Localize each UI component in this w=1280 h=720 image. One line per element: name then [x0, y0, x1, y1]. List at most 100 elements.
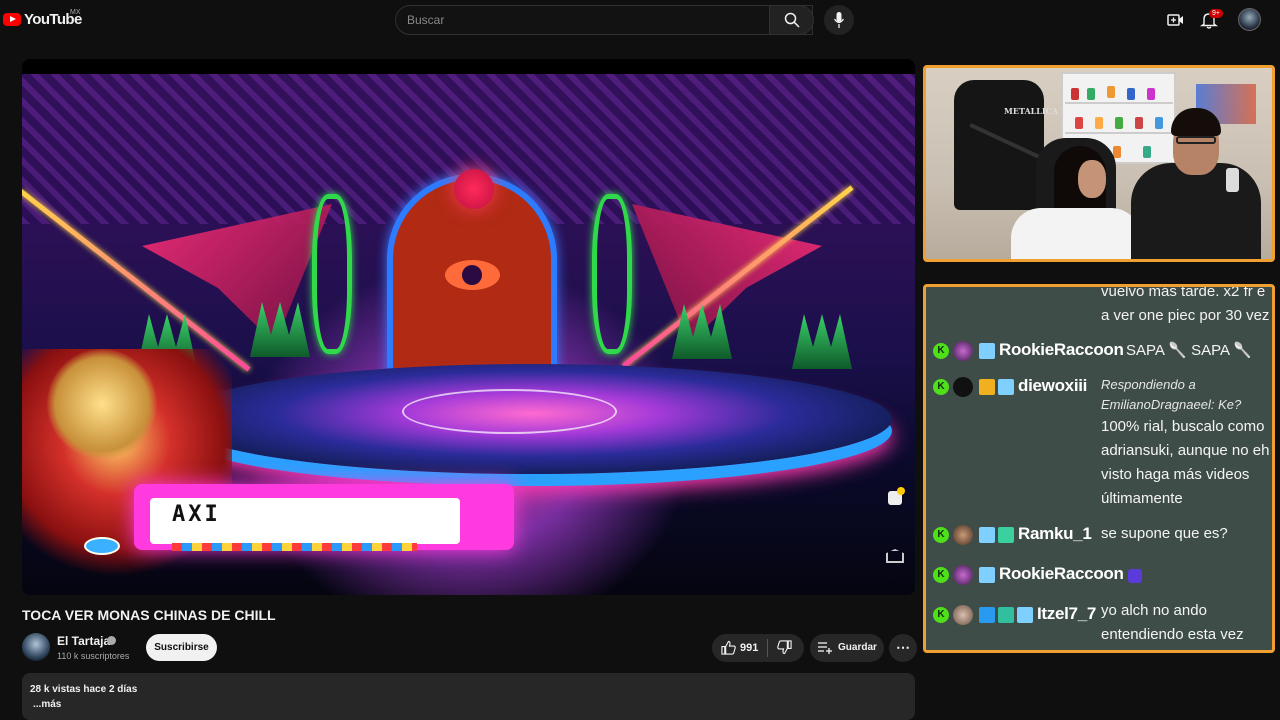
chat-username[interactable]: Ramku_1	[1018, 524, 1092, 544]
subscriber-badge-icon	[979, 343, 995, 359]
notifications-badge: 9+	[1209, 9, 1223, 18]
drink-can	[1226, 168, 1239, 192]
subscriber-badge-icon	[1017, 607, 1033, 623]
video-title: TOCA VER MONAS CHINAS DE CHILL	[22, 607, 276, 623]
region-label: MX	[70, 9, 81, 16]
og-badge-icon	[998, 607, 1014, 623]
chat-username[interactable]: diewoxiii	[1018, 376, 1087, 396]
search-icon	[784, 12, 800, 28]
heart-motif	[454, 169, 494, 209]
hanging-jacket: METALLICA	[954, 80, 1058, 210]
youtube-play-icon	[3, 13, 21, 26]
stage-floor-ring	[402, 389, 617, 434]
figure	[1135, 117, 1143, 129]
lock-badge-dot	[897, 487, 905, 495]
streamer-left-shirt	[1011, 208, 1141, 259]
chat-message-text: vuelvo más tarde. x2 fr e a ver one piec…	[1101, 287, 1270, 324]
top-bar: YouTube MX Buscar 9+	[0, 0, 1280, 40]
figure	[1113, 146, 1121, 158]
save-label: Guardar	[838, 642, 877, 653]
more-actions-button[interactable]: ⋯	[889, 634, 917, 662]
reply-label: Respondiendo a EmilianoDragnaeel: Ke?	[1101, 377, 1242, 412]
description-more-link[interactable]: ...más	[33, 699, 61, 710]
stage-wing-left	[142, 204, 332, 344]
subscriber-count: 110 k suscriptores	[57, 651, 130, 661]
hammer-badge-icon	[979, 607, 995, 623]
user-avatar	[953, 525, 973, 545]
chat-username[interactable]: RookieRaccoon	[999, 340, 1124, 360]
kick-icon: K	[933, 567, 949, 583]
verified-icon	[107, 636, 116, 645]
chat-message-text: se supone que es?	[1101, 525, 1228, 542]
search-box[interactable]: Buscar	[395, 5, 813, 35]
figure	[1075, 117, 1083, 129]
figure	[1087, 88, 1095, 100]
chat-username[interactable]: RookieRaccoon	[999, 564, 1124, 584]
chat-message-text: 100% rial, buscalo como adriansuki, aunq…	[1101, 418, 1270, 507]
neon-serpent-left	[312, 194, 352, 354]
search-input[interactable]: Buscar	[407, 13, 444, 27]
figure	[1147, 88, 1155, 100]
search-button[interactable]	[769, 5, 814, 35]
chat-overlay: vuelvo más tarde. x2 fr e a ver one piec…	[923, 284, 1275, 653]
figure	[1115, 117, 1123, 129]
description-box[interactable]	[22, 673, 915, 720]
like-count: 991	[740, 642, 759, 654]
dislike-icon[interactable]	[777, 640, 792, 655]
channel-avatar[interactable]	[22, 633, 50, 661]
views-and-date: 28 k vistas hace 2 días	[30, 684, 138, 695]
webcam-overlay: METALLICA	[923, 65, 1275, 262]
crown-badge-icon	[979, 379, 995, 395]
chat-message-body: Respondiendo a EmilianoDragnaeel: Ke? 10…	[1101, 375, 1272, 511]
kick-icon: K	[933, 343, 949, 359]
agave-plant	[792, 314, 852, 369]
save-playlist-icon	[818, 642, 832, 654]
costume-headdress	[47, 349, 157, 459]
emote-icon	[1128, 569, 1142, 583]
chat-username[interactable]: Itzel7_7	[1037, 604, 1096, 624]
figure	[1095, 117, 1103, 129]
video-player[interactable]: AXI	[22, 59, 915, 595]
figure	[1107, 86, 1115, 98]
shelf-row	[1065, 102, 1173, 104]
eye-motif	[445, 260, 500, 290]
gift-badge-icon	[998, 527, 1014, 543]
kick-icon: K	[933, 527, 949, 543]
avatar[interactable]	[1238, 8, 1261, 31]
chat-scrolled-message: vuelvo más tarde. x2 fr e a ver one piec…	[926, 287, 1272, 337]
user-avatar	[953, 341, 973, 361]
kick-icon: K	[933, 607, 949, 623]
subscribe-button[interactable]: Suscribirse	[146, 634, 217, 661]
stage-wing-right	[632, 204, 822, 344]
chat-message-text: SAPA 🥄 SAPA 🥄	[1126, 342, 1253, 359]
glasses	[1176, 136, 1216, 144]
neon-serpent-right	[592, 194, 632, 354]
kick-icon: K	[933, 379, 949, 395]
costume-eye-emblem	[84, 537, 120, 555]
subscriber-badge-icon	[979, 567, 995, 583]
like-icon[interactable]	[721, 640, 736, 655]
channel-name[interactable]: El Tartaja	[57, 634, 110, 648]
figure	[1143, 146, 1151, 158]
figure	[1127, 88, 1135, 100]
streamer-left-face	[1078, 160, 1106, 198]
shelf-row	[1065, 132, 1173, 134]
figure	[1071, 88, 1079, 100]
subscriber-badge-icon	[998, 379, 1014, 395]
user-avatar	[953, 565, 973, 585]
create-icon	[1167, 14, 1183, 26]
user-avatar	[953, 377, 973, 397]
chat-message-text: yo alch no ando entendiendo esta vez	[1101, 602, 1244, 643]
like-divider	[767, 639, 768, 657]
lower-third-stripe	[172, 543, 417, 551]
lower-third-text: AXI	[172, 502, 221, 527]
user-avatar	[953, 605, 973, 625]
streamer-right-shirt	[1131, 163, 1261, 259]
subscriber-badge-icon	[979, 527, 995, 543]
create-button[interactable]	[1165, 10, 1185, 30]
figure	[1155, 117, 1163, 129]
jacket-logo: METALLICA	[1004, 106, 1059, 116]
voice-search-button[interactable]	[824, 5, 854, 35]
mic-icon	[834, 12, 844, 28]
youtube-logo[interactable]: YouTube MX	[3, 9, 82, 28]
